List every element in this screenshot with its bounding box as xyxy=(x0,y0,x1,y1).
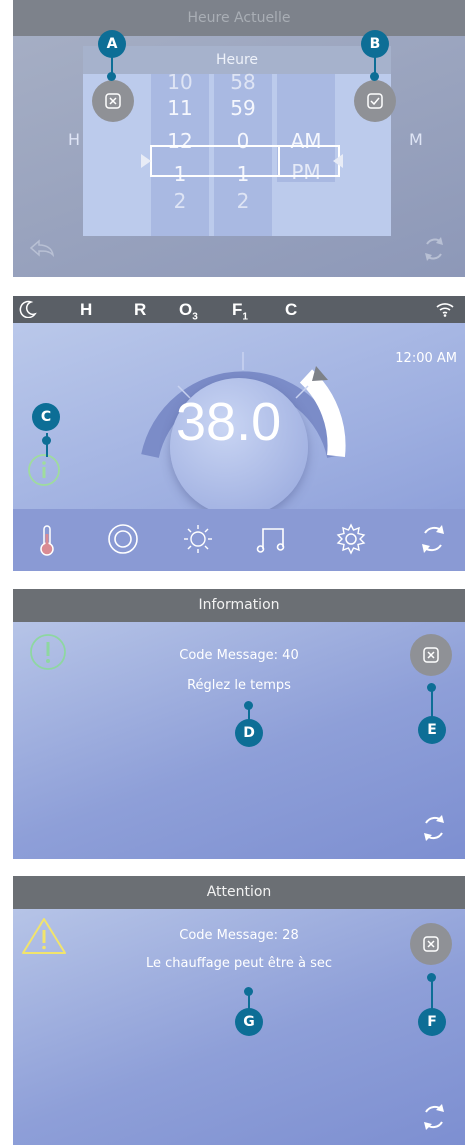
close-x-icon xyxy=(423,936,439,952)
callout-b: B xyxy=(361,30,389,58)
bottom-toolbar xyxy=(13,509,465,571)
status-h: H xyxy=(80,300,93,319)
refresh-icon[interactable] xyxy=(417,523,449,555)
panel-header: Heure Actuelle xyxy=(13,0,465,36)
main-spa-screen: H R O3 F1 C 12:00 AM 38.0 C xyxy=(13,296,465,571)
temperature-area: 12:00 AM 38.0 C xyxy=(13,323,465,516)
background-hour-label: H xyxy=(68,130,81,149)
callout-d: D xyxy=(235,719,263,747)
close-x-icon xyxy=(105,93,121,109)
status-bar: H R O3 F1 C xyxy=(13,296,465,323)
information-panel: Information Code Message: 40 Réglez le t… xyxy=(13,589,465,859)
minute-option[interactable]: 58 xyxy=(214,70,272,94)
panel-header: Information xyxy=(13,589,465,622)
status-filter: F1 xyxy=(232,300,248,323)
close-button[interactable] xyxy=(410,634,452,676)
time-setting-panel: Heure Actuelle H M Heure 10 11 12 1 2 58… xyxy=(13,0,465,277)
message-code: Code Message: 40 xyxy=(179,648,299,663)
ampm-selection-box xyxy=(278,145,340,177)
callout-f: F xyxy=(418,1008,446,1036)
background-minute-label: M xyxy=(409,130,423,149)
check-icon xyxy=(367,93,383,109)
confirm-button[interactable] xyxy=(354,80,396,122)
close-x-icon xyxy=(423,647,439,663)
refresh-icon[interactable] xyxy=(421,236,447,262)
panel-header: Attention xyxy=(13,876,465,909)
minute-option[interactable]: 2 xyxy=(214,189,272,213)
gear-icon[interactable] xyxy=(334,522,368,556)
status-c: C xyxy=(285,300,298,319)
status-ozone: O3 xyxy=(179,300,198,323)
wifi-icon xyxy=(436,303,454,317)
back-arrow-icon[interactable] xyxy=(29,238,55,258)
refresh-icon[interactable] xyxy=(419,813,449,843)
hour-option[interactable]: 2 xyxy=(151,189,209,213)
hour-option[interactable]: 11 xyxy=(151,96,209,120)
callout-a: A xyxy=(98,30,126,58)
message-text: Réglez le temps xyxy=(187,678,291,693)
callout-e: E xyxy=(418,716,446,744)
message-text: Le chauffage peut être à sec xyxy=(145,956,333,971)
selector-left-arrow-icon xyxy=(141,154,151,168)
attention-panel: Attention Code Message: 28 Le chauffage … xyxy=(13,876,465,1145)
clock-time: 12:00 AM xyxy=(395,351,457,366)
callout-g: G xyxy=(235,1008,263,1036)
circle-mode-icon[interactable] xyxy=(107,523,139,555)
cancel-button[interactable] xyxy=(92,80,134,122)
selector-right-arrow-icon xyxy=(333,154,343,168)
time-dialog: Heure 10 11 12 1 2 58 59 0 1 2 AM PM xyxy=(83,46,391,236)
temperature-value: 38.0 xyxy=(176,392,282,452)
close-button[interactable] xyxy=(410,923,452,965)
light-icon[interactable] xyxy=(182,523,214,555)
callout-c: C xyxy=(32,403,60,431)
status-r: R xyxy=(134,300,147,319)
info-icon[interactable] xyxy=(27,453,61,487)
minute-option[interactable]: 59 xyxy=(214,96,272,120)
message-code: Code Message: 28 xyxy=(179,928,299,943)
thermometer-icon[interactable] xyxy=(38,524,56,556)
hour-option[interactable]: 10 xyxy=(151,70,209,94)
music-icon[interactable] xyxy=(255,523,289,555)
refresh-icon[interactable] xyxy=(419,1102,449,1132)
moon-icon xyxy=(19,300,37,318)
